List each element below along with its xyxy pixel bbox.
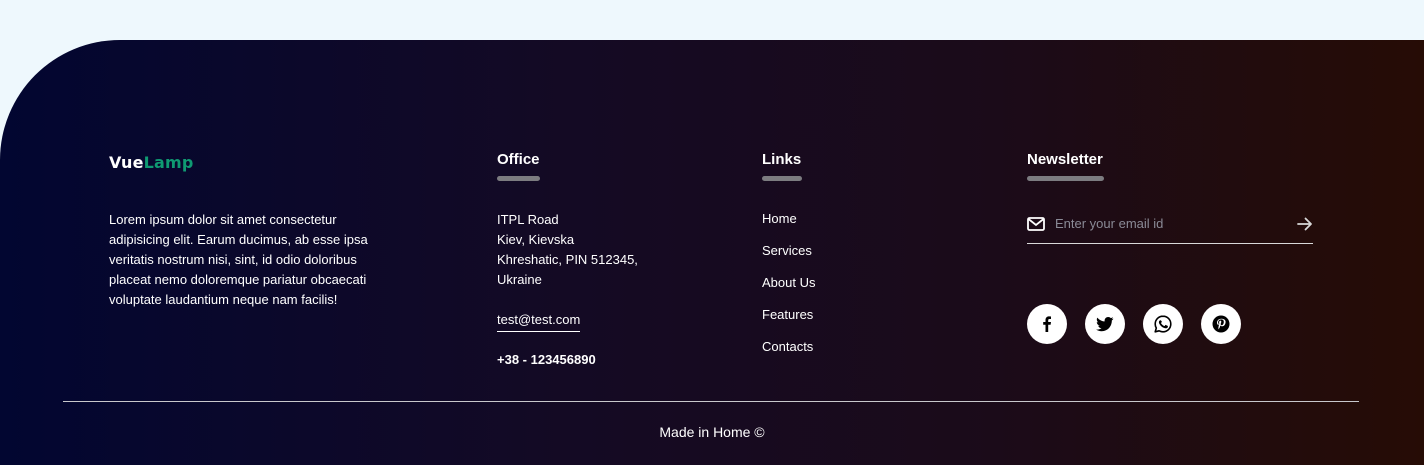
footer-link-services[interactable]: Services bbox=[762, 242, 815, 274]
newsletter-title-underline bbox=[1027, 176, 1104, 181]
office-address-line3: Khreshatic, PIN 512345, bbox=[497, 252, 638, 267]
office-address-line2: Kiev, Kievska bbox=[497, 232, 575, 247]
footer-link-home[interactable]: Home bbox=[762, 210, 815, 242]
arrow-right-icon[interactable] bbox=[1297, 217, 1313, 231]
pinterest-icon bbox=[1212, 315, 1230, 333]
site-footer: VueLamp Lorem ipsum dolor sit amet conse… bbox=[0, 40, 1424, 465]
office-title-underline bbox=[497, 176, 540, 181]
office-phone: +38 - 123456890 bbox=[497, 352, 596, 367]
newsletter-form bbox=[1027, 208, 1313, 244]
links-title: Links bbox=[762, 151, 802, 168]
whatsapp-button[interactable] bbox=[1143, 304, 1183, 344]
brand-logo-part2: Lamp bbox=[143, 153, 194, 172]
brand-logo-part1: Vue bbox=[109, 153, 144, 172]
twitter-button[interactable] bbox=[1085, 304, 1125, 344]
facebook-button[interactable] bbox=[1027, 304, 1067, 344]
footer-link-about-us[interactable]: About Us bbox=[762, 274, 815, 306]
whatsapp-icon bbox=[1154, 315, 1172, 333]
office-email-link[interactable]: test@test.com bbox=[497, 310, 581, 332]
footer-divider bbox=[63, 401, 1359, 402]
pinterest-button[interactable] bbox=[1201, 304, 1241, 344]
footer-link-contacts[interactable]: Contacts bbox=[762, 338, 815, 370]
social-links bbox=[1027, 304, 1241, 344]
footer-links: Home Services About Us Features Contacts bbox=[762, 210, 815, 370]
links-title-underline bbox=[762, 176, 802, 181]
office-address-line4: Ukraine bbox=[497, 272, 542, 287]
office-address-line1: ITPL Road bbox=[497, 212, 559, 227]
office-details: ITPL Road Kiev, Kievska Khreshatic, PIN … bbox=[497, 210, 697, 370]
about-text: Lorem ipsum dolor sit amet consectetur a… bbox=[109, 212, 368, 307]
newsletter-email-input[interactable] bbox=[1055, 216, 1297, 231]
brand-logo[interactable]: VueLamp bbox=[109, 153, 194, 172]
copyright-text: Made in Home © bbox=[659, 424, 765, 440]
mail-icon bbox=[1027, 216, 1045, 231]
newsletter-title: Newsletter bbox=[1027, 151, 1103, 168]
twitter-icon bbox=[1096, 317, 1114, 332]
office-title: Office bbox=[497, 151, 540, 168]
facebook-icon bbox=[1043, 316, 1051, 332]
footer-link-features[interactable]: Features bbox=[762, 306, 815, 338]
